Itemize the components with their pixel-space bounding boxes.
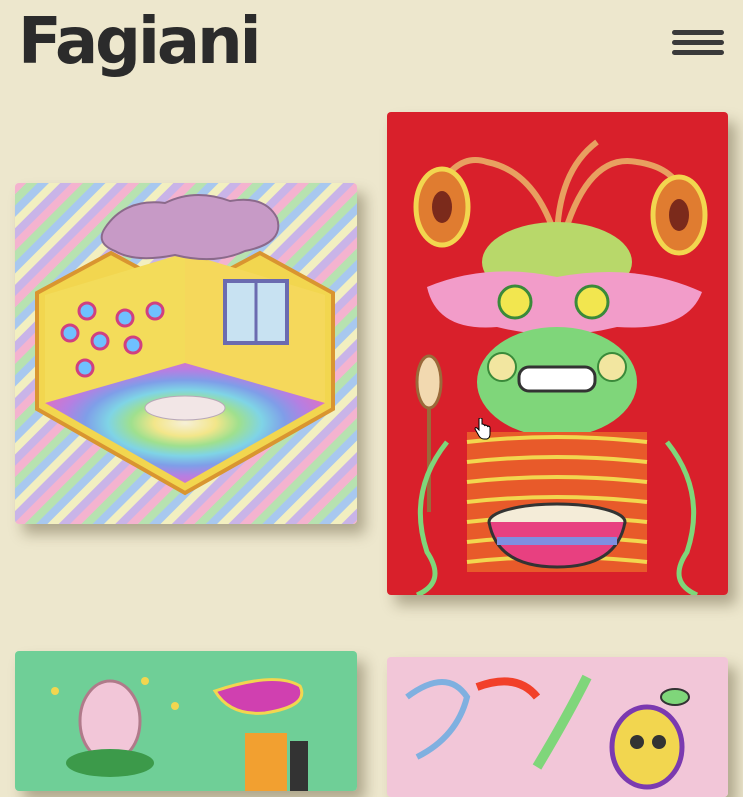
- isometric-room-artwork: [15, 183, 357, 524]
- hamburger-menu-icon[interactable]: [672, 30, 724, 56]
- pink-creatures-artwork: [387, 657, 728, 797]
- egg-and-guitar-artwork: [15, 651, 357, 791]
- site-logo[interactable]: Fagiani: [18, 2, 262, 82]
- gallery-item-room[interactable]: [15, 183, 357, 524]
- gallery-item-creature[interactable]: [387, 112, 728, 595]
- green-creature-with-soup-artwork: [387, 112, 728, 595]
- gallery-item-pink[interactable]: [387, 657, 728, 797]
- gallery-item-egg[interactable]: [15, 651, 357, 791]
